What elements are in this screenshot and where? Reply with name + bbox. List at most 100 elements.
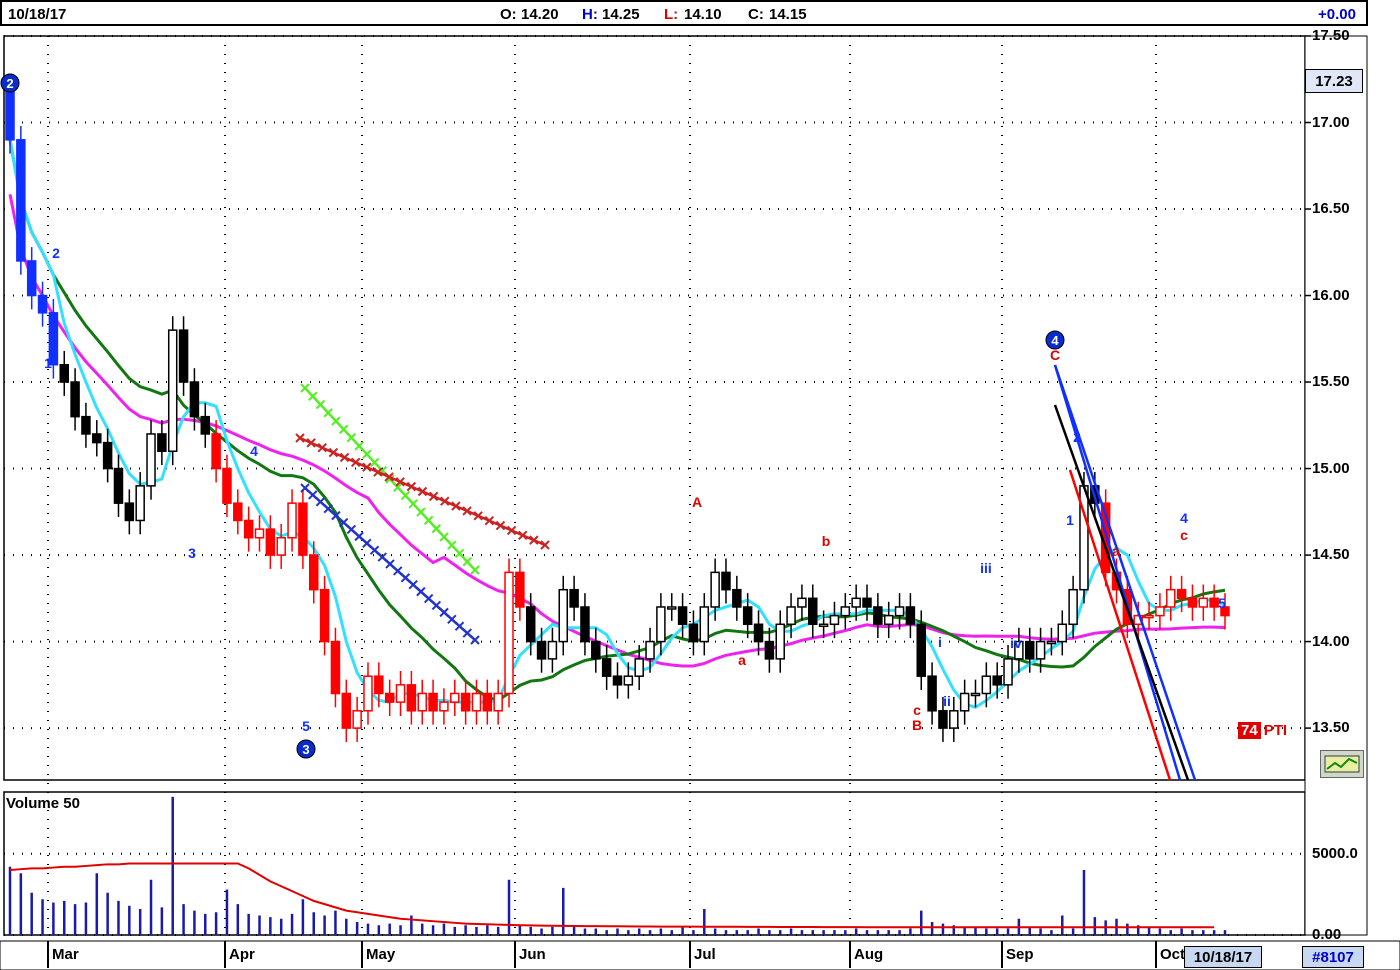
- wave-label: b: [822, 533, 831, 549]
- candle-body: [395, 684, 406, 703]
- candle-body: [591, 640, 601, 660]
- pti-label: PTI: [1263, 722, 1288, 739]
- candle-body: [829, 614, 840, 626]
- open-label: O:: [500, 6, 517, 23]
- candle-body: [775, 623, 785, 660]
- low-value: 14.10: [684, 6, 722, 23]
- wave-label: a: [1112, 543, 1120, 559]
- wave-label: ii: [943, 693, 951, 709]
- candle-body: [113, 467, 124, 504]
- candle-body: [1024, 640, 1035, 660]
- wave-label: B: [912, 717, 922, 733]
- month-label: Jul: [694, 946, 716, 963]
- candle-body: [439, 701, 449, 712]
- candle-body: [374, 675, 384, 695]
- candle-body: [634, 658, 644, 677]
- volume-panel-label: Volume 50: [6, 795, 80, 812]
- candle-body: [645, 640, 655, 660]
- candle-body: [753, 623, 764, 643]
- candle-body: [515, 571, 525, 608]
- wave-label: 5: [1218, 595, 1226, 611]
- candle-body: [102, 441, 113, 470]
- candle-body: [287, 502, 297, 539]
- volume-tick-label: 5000.0: [1312, 844, 1358, 862]
- candle-body: [265, 528, 276, 556]
- candle-body: [233, 502, 243, 522]
- candle-body: [471, 692, 482, 712]
- candle-body: [916, 623, 926, 677]
- candle-body: [873, 606, 883, 626]
- wave-label: 1: [44, 355, 52, 371]
- symbol-id-box[interactable]: #8107: [1302, 946, 1364, 968]
- chart-settings-icon[interactable]: [1320, 750, 1364, 778]
- candle-body: [1003, 658, 1013, 686]
- month-label: Jun: [519, 946, 546, 963]
- candle-body: [1187, 597, 1198, 608]
- candle-body: [1176, 588, 1187, 600]
- high-value: 14.25: [602, 6, 640, 23]
- wave-label: i: [938, 634, 942, 650]
- candle-body: [786, 606, 796, 626]
- wave-label: 1: [1066, 512, 1074, 528]
- candle-body: [417, 692, 427, 712]
- candle-body: [1155, 606, 1165, 617]
- y-tick-label: 16.50: [1312, 200, 1350, 218]
- candle-body: [1068, 588, 1078, 626]
- candle-body: [862, 597, 872, 608]
- candle-body: [200, 415, 211, 435]
- y-tick-label: 14.00: [1312, 632, 1350, 650]
- candle-body: [330, 640, 341, 695]
- wave-label: 4: [1180, 510, 1188, 526]
- candle-body: [601, 658, 612, 677]
- candle-body: [298, 502, 308, 556]
- close-value: 14.15: [769, 6, 807, 23]
- y-tick-label: 16.00: [1312, 286, 1350, 304]
- candle-body: [59, 363, 69, 383]
- wave-circle-label: 2: [6, 76, 13, 91]
- candle-body: [450, 692, 460, 703]
- candle-body: [92, 433, 102, 444]
- y-tick-label: 17.50: [1312, 27, 1350, 44]
- wave-label: 4: [250, 443, 258, 459]
- candle-body: [970, 692, 981, 697]
- candle-body: [37, 294, 48, 314]
- candle-body: [384, 692, 395, 703]
- candle-body: [938, 710, 948, 729]
- candle-body: [1046, 640, 1057, 645]
- y-tick-label: 17.00: [1312, 113, 1350, 131]
- candle-body: [612, 675, 623, 686]
- wave-label: 3: [188, 545, 196, 561]
- pti-indicator: 74 PTI: [1238, 722, 1287, 739]
- candle-body: [710, 571, 720, 608]
- candle-body: [569, 588, 579, 608]
- pti-value: 74: [1238, 722, 1261, 739]
- month-label: May: [366, 946, 396, 963]
- candle-body: [254, 528, 265, 539]
- quote-date: 10/18/17: [8, 6, 67, 23]
- candle-body: [949, 710, 959, 729]
- candle-body: [894, 606, 905, 617]
- candle-body: [482, 692, 493, 712]
- candle-body: [883, 614, 894, 626]
- high-label: H:: [582, 6, 598, 23]
- month-label: Mar: [52, 946, 79, 963]
- candle-body: [81, 415, 91, 435]
- candle-body: [363, 675, 373, 712]
- candle-body: [493, 692, 503, 712]
- wave-label: iv: [1010, 635, 1022, 651]
- candle-body: [167, 329, 178, 453]
- quote-bar: 10/18/17 O: 14.20 H: 14.25 L: 14.10 C: 1…: [0, 0, 1368, 26]
- price-axis: [1304, 35, 1368, 936]
- candle-body: [135, 485, 145, 522]
- candle-body: [222, 467, 232, 504]
- open-value: 14.20: [521, 6, 559, 23]
- candle-body: [764, 640, 775, 660]
- y-tick-label: 13.50: [1312, 719, 1350, 737]
- close-label: C:: [748, 6, 764, 23]
- candle-body: [211, 433, 221, 470]
- candle-body: [840, 606, 851, 617]
- candle-body: [656, 606, 666, 643]
- candle-body: [525, 606, 536, 643]
- candle-body: [276, 537, 286, 556]
- candle-body: [319, 588, 330, 643]
